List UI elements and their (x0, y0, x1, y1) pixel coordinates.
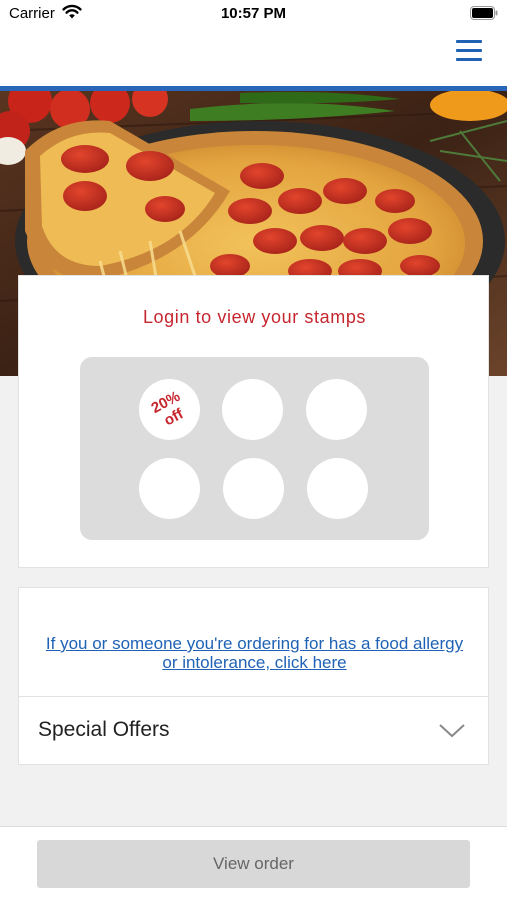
stamp-slot (139, 458, 200, 519)
battery-icon (470, 6, 498, 20)
special-offers-label: Special Offers (38, 718, 170, 741)
allergy-info-link[interactable]: If you or someone you're ordering for ha… (39, 634, 470, 672)
stamp-slot (222, 379, 283, 440)
stamp-slot (306, 379, 367, 440)
stamp-grid: 20% off (80, 357, 429, 540)
allergy-card: If you or someone you're ordering for ha… (18, 587, 489, 696)
stamp-slot (223, 458, 284, 519)
stamp-slot (307, 458, 368, 519)
stamp-reward-label: 20% off (128, 368, 210, 450)
view-order-button[interactable]: View order (37, 840, 470, 888)
status-time: 10:57 PM (220, 5, 287, 22)
stamp-slot-reward: 20% off (139, 379, 200, 440)
stamp-card: Login to view your stamps 20% off (18, 275, 489, 568)
status-bar: Carrier 10:57 PM (0, 0, 507, 28)
stamp-card-title[interactable]: Login to view your stamps (19, 307, 490, 328)
hamburger-menu-icon[interactable] (456, 40, 482, 64)
bottom-bar: View order (0, 826, 507, 900)
special-offers-row[interactable]: Special Offers (18, 696, 489, 765)
chevron-down-icon (439, 724, 465, 738)
nav-bar (0, 28, 507, 86)
